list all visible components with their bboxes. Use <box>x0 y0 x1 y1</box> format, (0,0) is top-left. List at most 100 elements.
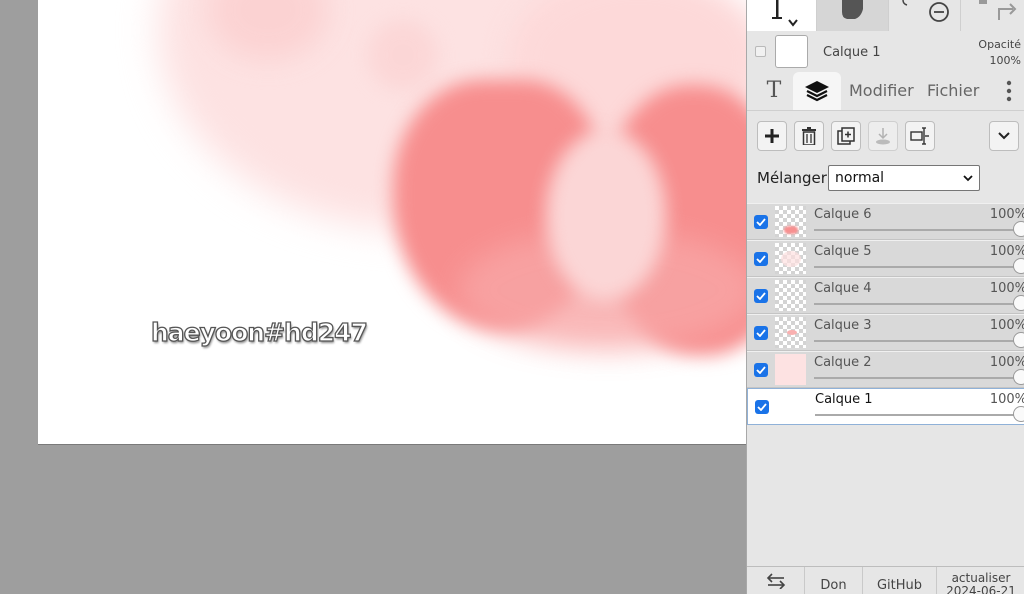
layer-visibility-checkbox[interactable] <box>754 326 768 340</box>
checkmark-icon <box>756 255 766 263</box>
watermark-text: haeyoon#hd247 <box>150 317 368 347</box>
layer-visibility-checkbox[interactable] <box>755 400 769 414</box>
checkmark-icon <box>756 292 766 300</box>
github-link[interactable]: GitHub <box>863 567 937 594</box>
tab-layers[interactable] <box>793 72 841 110</box>
layer-visibility-checkbox[interactable] <box>754 363 768 377</box>
checkmark-icon <box>757 403 767 411</box>
canvas-workspace[interactable]: haeyoon#hd247 <box>0 0 746 594</box>
update-button[interactable]: actualiser 2024-06-21 <box>937 567 1024 594</box>
active-layer-thumbnail <box>775 35 808 68</box>
layer-visibility-checkbox[interactable] <box>754 215 768 229</box>
layer-opacity: 100% <box>989 244 1024 259</box>
layer-thumbnail <box>775 243 806 274</box>
layers-icon <box>805 81 829 102</box>
layer-row[interactable]: Calque 6 100% <box>747 203 1024 240</box>
layer-opacity: 100% <box>989 281 1024 296</box>
layer-thumbnail <box>775 280 806 311</box>
more-vertical-icon <box>1006 80 1012 102</box>
duplicate-icon <box>837 127 855 145</box>
panel-footer: Don GitHub actualiser 2024-06-21 <box>747 566 1024 594</box>
blend-mode-select[interactable]: normal <box>828 165 980 191</box>
text-cursor-icon <box>772 0 798 27</box>
hand-icon <box>842 0 863 19</box>
zoom-out-tool-button[interactable] <box>889 0 961 31</box>
slider-handle[interactable] <box>1013 369 1024 385</box>
layer-row[interactable]: Calque 5 100% <box>747 240 1024 277</box>
slider-handle[interactable] <box>1013 221 1024 237</box>
redo-icon <box>979 0 1017 20</box>
redo-tool-button[interactable] <box>961 0 1024 31</box>
opacity-readout[interactable]: Opacité 100% <box>978 37 1021 69</box>
rename-layer-button[interactable] <box>905 121 935 151</box>
opacity-label: Opacité <box>978 38 1021 51</box>
blend-mode-row: Mélanger normal <box>747 162 1024 194</box>
header-visibility-checkbox[interactable] <box>755 46 766 57</box>
pink-blush-highlight-2 <box>368 20 438 90</box>
top-tool-strip <box>747 0 1024 32</box>
swap-panel-button[interactable] <box>747 567 805 594</box>
checkmark-icon <box>756 329 766 337</box>
side-panel: Calque 1 Opacité 100% T Modifier Fichier <box>746 0 1024 594</box>
layer-list: Calque 6 100% Calque 5 100% Calque 4 100… <box>747 203 1024 425</box>
layer-row[interactable]: Calque 3 100% <box>747 314 1024 351</box>
panel-tabs: T Modifier Fichier <box>747 72 1024 111</box>
swap-arrows-icon <box>766 573 785 590</box>
checkmark-icon <box>756 218 766 226</box>
slider-handle[interactable] <box>1013 406 1024 422</box>
version-label: 2024-06-21 <box>946 584 1016 594</box>
layer-opacity-slider[interactable] <box>814 303 1024 305</box>
layer-opacity-slider[interactable] <box>815 414 1024 416</box>
layer-name: Calque 1 <box>815 392 873 407</box>
layer-name: Calque 4 <box>814 281 872 296</box>
layer-thumbnail <box>775 317 806 348</box>
tab-file[interactable]: Fichier <box>927 72 979 110</box>
layer-thumbnail <box>775 206 806 237</box>
chevron-down-icon <box>998 132 1010 140</box>
chevron-down-icon <box>963 166 973 190</box>
layer-name: Calque 6 <box>814 207 872 222</box>
zoom-out-icon <box>902 0 949 22</box>
layer-thumbnail <box>776 391 807 422</box>
layer-opacity: 100% <box>989 392 1024 407</box>
layer-row[interactable]: Calque 2 100% <box>747 351 1024 388</box>
layer-opacity: 100% <box>989 318 1024 333</box>
layer-opacity-slider[interactable] <box>814 340 1024 342</box>
blend-label: Mélanger <box>757 169 827 187</box>
blend-selected-value: normal <box>835 170 885 186</box>
layer-opacity-slider[interactable] <box>814 229 1024 231</box>
layer-visibility-checkbox[interactable] <box>754 252 768 266</box>
merge-down-button[interactable] <box>868 121 898 151</box>
layer-visibility-checkbox[interactable] <box>754 289 768 303</box>
trash-icon <box>802 127 816 145</box>
layer-row[interactable]: Calque 4 100% <box>747 277 1024 314</box>
layer-opacity-slider[interactable] <box>814 266 1024 268</box>
layer-row-active[interactable]: Calque 1 100% <box>747 388 1024 425</box>
opacity-value: 100% <box>989 54 1021 67</box>
plus-icon <box>765 129 779 143</box>
layer-opacity: 100% <box>989 355 1024 370</box>
rename-icon <box>910 127 929 145</box>
duplicate-layer-button[interactable] <box>831 121 861 151</box>
slider-handle[interactable] <box>1013 295 1024 311</box>
drawing-canvas[interactable]: haeyoon#hd247 <box>38 0 746 444</box>
active-layer-name: Calque 1 <box>823 45 881 60</box>
layer-opacity-slider[interactable] <box>814 377 1024 379</box>
text-tool-button[interactable] <box>747 0 817 31</box>
checkmark-icon <box>756 366 766 374</box>
layer-opacity: 100% <box>989 207 1024 222</box>
delete-layer-button[interactable] <box>794 121 824 151</box>
donate-link[interactable]: Don <box>805 567 863 594</box>
tab-modifier[interactable]: Modifier <box>849 72 914 110</box>
tab-text[interactable]: T <box>755 72 793 110</box>
slider-handle[interactable] <box>1013 258 1024 274</box>
add-layer-button[interactable] <box>757 121 787 151</box>
bow-center-knot <box>546 130 666 300</box>
layer-name: Calque 5 <box>814 244 872 259</box>
expand-actions-button[interactable] <box>989 121 1019 151</box>
slider-handle[interactable] <box>1013 332 1024 348</box>
hand-tool-button[interactable] <box>817 0 889 31</box>
tab-more[interactable] <box>1001 72 1017 110</box>
layer-actions-toolbar <box>747 110 1024 160</box>
merge-down-icon <box>876 128 890 145</box>
